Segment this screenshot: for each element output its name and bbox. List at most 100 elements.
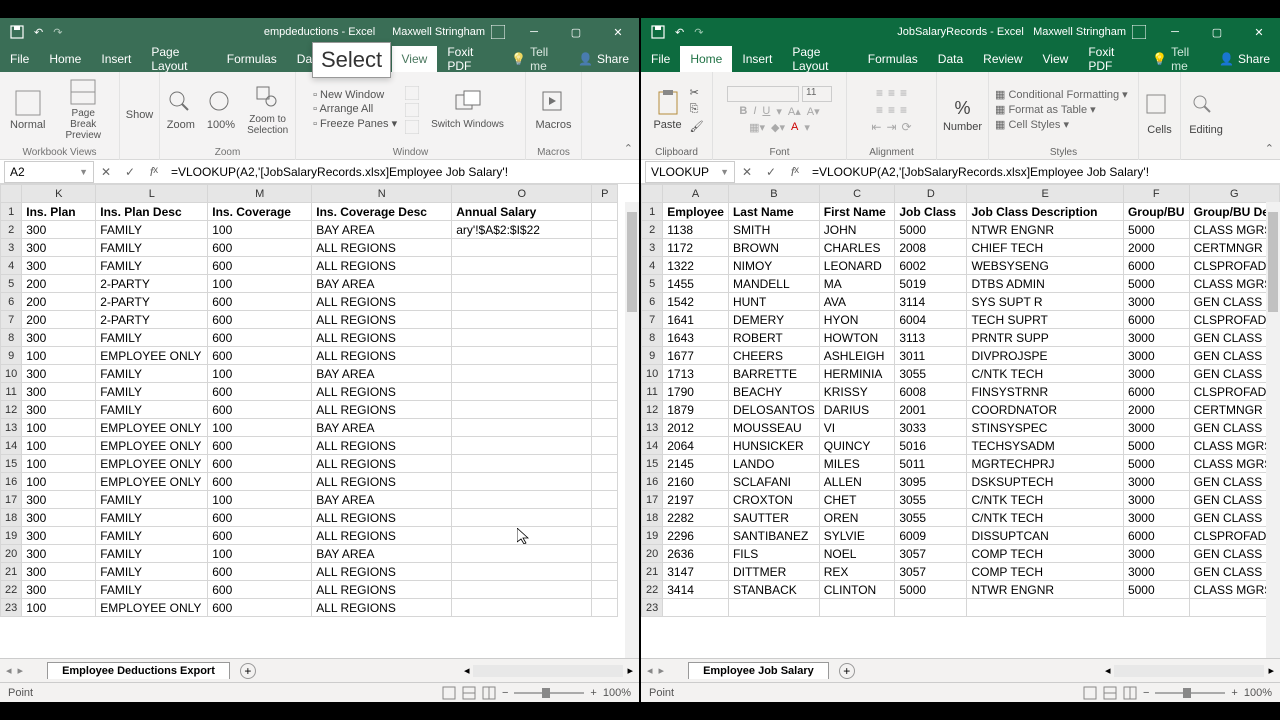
row-header[interactable]: 21 [642,563,663,581]
minimize-button[interactable]: ─ [1154,18,1196,46]
user-icon[interactable] [491,25,505,39]
tab-formulas[interactable]: Formulas [217,46,287,72]
cell[interactable]: 2000 [1123,239,1189,257]
cell[interactable]: MANDELL [728,275,819,293]
cell[interactable]: 300 [22,239,96,257]
editing-button[interactable]: Editing [1185,92,1227,138]
cell[interactable]: 100 [22,473,96,491]
cell[interactable]: ALL REGIONS [312,401,452,419]
macros-button[interactable]: Macros [531,87,575,133]
cell[interactable]: 2296 [663,527,729,545]
cell[interactable]: 300 [22,257,96,275]
cancel-formula-button[interactable]: ✕ [735,165,759,179]
row-header[interactable]: 3 [1,239,22,257]
collapse-ribbon-icon[interactable]: ⌃ [1265,142,1274,155]
cell[interactable]: 1643 [663,329,729,347]
cell[interactable] [592,455,618,473]
cell[interactable] [592,221,618,239]
row-header[interactable]: 22 [1,581,22,599]
view-normal-icon[interactable] [1083,686,1097,700]
cell[interactable]: 6008 [895,383,967,401]
cell[interactable]: Job Class Description [967,203,1124,221]
cell[interactable]: 600 [208,401,312,419]
view-layout-icon[interactable] [462,686,476,700]
user-name[interactable]: Maxwell Stringham [392,26,485,38]
cell[interactable]: 2-PARTY [96,311,208,329]
user-icon[interactable] [1132,25,1146,39]
cell[interactable] [452,401,592,419]
cell[interactable]: 5019 [895,275,967,293]
cell[interactable]: ary'!$A$2:$I$22 [452,221,592,239]
row-header[interactable]: 15 [1,455,22,473]
row-header[interactable]: 8 [642,329,663,347]
cell[interactable] [452,491,592,509]
cell[interactable]: CHIEF TECH [967,239,1124,257]
cell[interactable]: 3095 [895,473,967,491]
cell[interactable]: 300 [22,509,96,527]
cell[interactable]: 6000 [1123,527,1189,545]
cell[interactable]: ALL REGIONS [312,437,452,455]
cell[interactable]: Ins. Coverage Desc [312,203,452,221]
cell[interactable]: SMITH [728,221,819,239]
tab-page-layout[interactable]: Page Layout [782,46,857,72]
cell[interactable]: ALL REGIONS [312,581,452,599]
cell[interactable]: JOHN [819,221,895,239]
cell[interactable]: 5016 [895,437,967,455]
cell[interactable] [592,599,618,617]
zoom-out-button[interactable]: − [1143,687,1149,699]
row-header[interactable]: 13 [642,419,663,437]
cell[interactable] [592,311,618,329]
cell[interactable]: 600 [208,509,312,527]
cell[interactable]: 1677 [663,347,729,365]
cell[interactable]: 3000 [1123,545,1189,563]
cell[interactable]: 6004 [895,311,967,329]
cell[interactable]: C/NTK TECH [967,491,1124,509]
cell[interactable]: NOEL [819,545,895,563]
cell[interactable]: DISSUPTCAN [967,527,1124,545]
view-pagebreak-icon[interactable] [482,686,496,700]
cell[interactable]: FAMILY [96,545,208,563]
row-header[interactable]: 13 [1,419,22,437]
cell[interactable]: CHARLES [819,239,895,257]
row-header[interactable]: 7 [642,311,663,329]
cell[interactable]: 6002 [895,257,967,275]
cell[interactable]: 3114 [895,293,967,311]
cell[interactable]: EMPLOYEE ONLY [96,437,208,455]
cell[interactable]: 1879 [663,401,729,419]
arrange-all-button[interactable]: ▫ Arrange All [313,103,397,115]
number-format-button[interactable]: %Number [939,96,986,135]
cell[interactable] [452,239,592,257]
cell[interactable]: 2636 [663,545,729,563]
sheet-nav-next-icon[interactable]: ▸ [659,664,665,677]
cell[interactable]: Annual Salary [452,203,592,221]
cell[interactable]: 1641 [663,311,729,329]
cell[interactable]: CHEERS [728,347,819,365]
cell[interactable]: EMPLOYEE ONLY [96,473,208,491]
col-header[interactable]: A [663,185,729,203]
cell[interactable]: CROXTON [728,491,819,509]
new-sheet-button[interactable]: + [240,663,256,679]
cell[interactable]: FAMILY [96,383,208,401]
cell[interactable]: 3000 [1123,473,1189,491]
cell[interactable]: MGRTECHPRJ [967,455,1124,473]
cell[interactable]: 300 [22,365,96,383]
cell[interactable]: ROBERT [728,329,819,347]
cell[interactable]: BAY AREA [312,221,452,239]
row-header[interactable]: 11 [642,383,663,401]
cell[interactable]: Ins. Plan Desc [96,203,208,221]
row-header[interactable]: 20 [642,545,663,563]
cell[interactable]: 3055 [895,509,967,527]
tab-home[interactable]: Home [680,46,732,72]
cell[interactable]: 6009 [895,527,967,545]
cell[interactable]: SYLVIE [819,527,895,545]
maximize-button[interactable]: ▢ [555,18,597,46]
tab-file[interactable]: File [0,46,39,72]
cell[interactable] [592,473,618,491]
cell[interactable] [452,437,592,455]
cell[interactable]: BAY AREA [312,491,452,509]
user-name[interactable]: Maxwell Stringham [1033,26,1126,38]
cell[interactable] [592,239,618,257]
cell[interactable]: 100 [22,347,96,365]
cell[interactable] [592,581,618,599]
cell[interactable]: HOWTON [819,329,895,347]
